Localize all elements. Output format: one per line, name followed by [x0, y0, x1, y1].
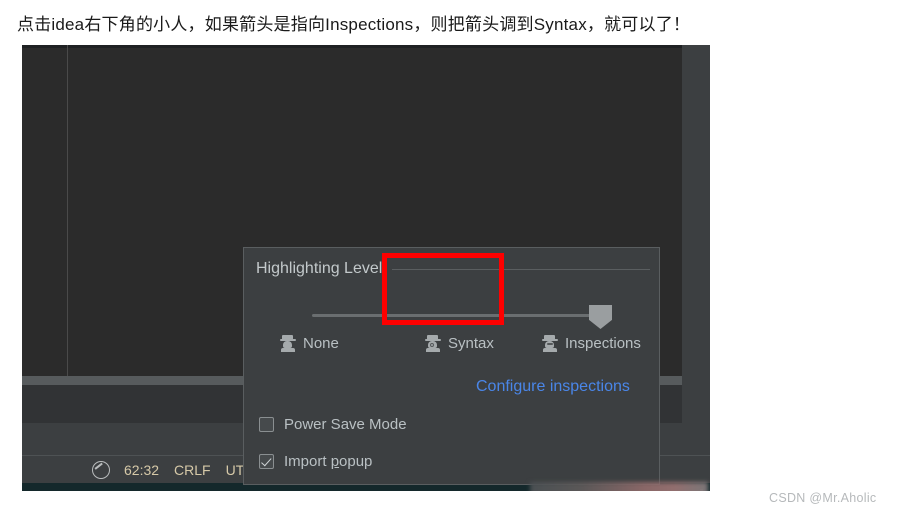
clock-icon[interactable]: [92, 460, 110, 479]
editor-gutter-divider: [67, 45, 68, 385]
import-popup-row[interactable]: Import popup: [259, 453, 372, 470]
power-save-mode-label: Power Save Mode: [284, 416, 407, 433]
popup-title-divider: [392, 268, 650, 270]
slider-level-syntax[interactable]: Syntax: [424, 335, 494, 352]
power-save-mode-row[interactable]: Power Save Mode: [259, 416, 407, 433]
person-glasses-icon: [541, 335, 558, 352]
slider-thumb-pentagon[interactable]: [589, 305, 612, 329]
slider-level-none-label: None: [303, 335, 339, 352]
import-popup-label: Import popup: [284, 453, 373, 470]
configure-inspections-link[interactable]: Configure inspections: [476, 378, 630, 396]
status-line-separator[interactable]: CRLF: [174, 462, 211, 478]
watermark: CSDN @Mr.Aholic: [769, 491, 877, 505]
person-magnifier-icon: [424, 335, 441, 352]
slider-level-none[interactable]: None: [279, 335, 339, 352]
slider-track[interactable]: [312, 314, 602, 317]
editor-top-edge: [22, 45, 710, 48]
popup-title: Highlighting Level: [256, 260, 383, 277]
redacted-region: [530, 482, 708, 491]
status-caret-position[interactable]: 62:32: [124, 462, 159, 478]
right-tool-window-strip: [682, 45, 710, 491]
slider-level-inspections-label: Inspections: [565, 335, 641, 352]
ide-screenshot-region: 62:32 CRLF UTF-8 4 spaces Git: 2 Highlig…: [22, 45, 710, 491]
power-save-mode-checkbox[interactable]: [259, 417, 274, 432]
person-plain-icon: [279, 335, 296, 352]
popup-title-row: Highlighting Level: [256, 260, 650, 278]
slider-tick-labels: None Syntax Inspections: [244, 331, 661, 365]
highlighting-level-popup: Highlighting Level None Syntax Inspectio…: [243, 247, 660, 485]
highlighting-level-slider[interactable]: None Syntax Inspections: [244, 303, 661, 375]
import-popup-checkbox[interactable]: [259, 454, 274, 469]
slider-level-syntax-label: Syntax: [448, 335, 494, 352]
annotation-caption: 点击idea右下角的小人，如果箭头是指向Inspections，则把箭头调到Sy…: [0, 0, 901, 45]
slider-level-inspections[interactable]: Inspections: [541, 335, 641, 352]
